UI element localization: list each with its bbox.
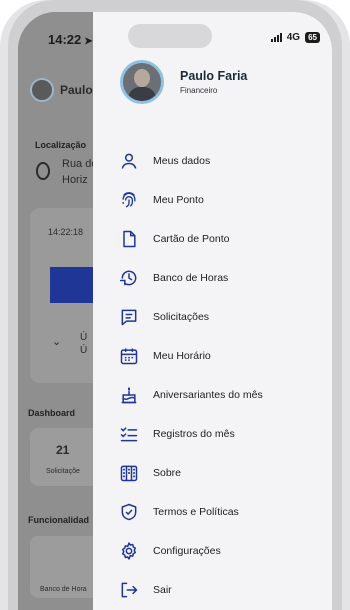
location-pin-icon — [36, 162, 50, 180]
network-type: 4G — [286, 32, 301, 43]
phone-mockup: 14:22 ➤ Paulo Localização Rua de Horiz 14… — [0, 0, 350, 610]
cake-icon — [121, 387, 137, 404]
menu-item-label: Solicitações — [153, 311, 210, 323]
clock-history-icon — [119, 270, 137, 286]
menu-item-termos-e-politicas[interactable]: Termos e Políticas — [119, 499, 239, 525]
menu-item-label: Cartão de Ponto — [153, 233, 230, 245]
menu-item-label: Meus dados — [153, 155, 211, 167]
menu-item-aniversariantes[interactable]: Aniversariantes do mês — [119, 382, 263, 408]
last-record-line2: Ú — [80, 345, 88, 356]
signal-icon — [270, 33, 282, 42]
location-label: Localização — [35, 140, 87, 150]
gear-icon — [122, 542, 136, 560]
status-bar-right: 4G 65 — [270, 32, 320, 43]
menu-item-meu-ponto[interactable]: Meu Ponto — [119, 187, 204, 213]
background-user-name: Paulo — [60, 83, 93, 97]
calendar-icon — [120, 348, 138, 365]
screen: 14:22 ➤ Paulo Localização Rua de Horiz 14… — [18, 12, 332, 610]
menu-item-meus-dados[interactable]: Meus dados — [119, 148, 210, 174]
location-line2: Horiz — [62, 174, 88, 186]
menu-item-meu-horario[interactable]: Meu Horário — [119, 343, 211, 369]
background-avatar — [30, 78, 54, 102]
menu-item-label: Meu Horário — [153, 350, 211, 362]
chevron-down-icon[interactable]: ⌄ — [52, 334, 61, 350]
logout-icon — [121, 582, 138, 598]
features-label: Funcionalidad — [28, 515, 90, 525]
fingerprint-icon — [122, 192, 136, 208]
menu-item-configuracoes[interactable]: Configurações — [119, 538, 221, 564]
profile-name: Paulo Faria — [180, 69, 248, 83]
menu-item-label: Aniversariantes do mês — [153, 389, 263, 401]
message-icon — [121, 309, 137, 326]
hours-bank-label: Banco de Hora — [40, 586, 87, 593]
menu-item-label: Sobre — [153, 467, 182, 479]
location-arrow-icon: ➤ — [84, 36, 93, 47]
checklist-icon — [120, 427, 138, 442]
dashboard-label: Dashboard — [28, 408, 76, 418]
menu-item-sobre[interactable]: Sobre — [119, 460, 181, 486]
requests-count: 21 — [56, 443, 70, 457]
menu-item-label: Banco de Horas — [153, 272, 229, 284]
menu-item-cartao-de-ponto[interactable]: Cartão de Ponto — [119, 226, 229, 252]
document-icon — [123, 230, 136, 248]
shield-check-icon — [121, 503, 137, 521]
battery-level: 65 — [305, 32, 320, 43]
dynamic-island — [128, 24, 212, 48]
status-time: 14:22 ➤ — [48, 32, 93, 47]
person-icon — [121, 153, 137, 169]
menu-item-label: Sair — [153, 584, 172, 596]
requests-label: Solicitaçõe — [46, 468, 80, 475]
profile-role: Financeiro — [180, 86, 218, 95]
menu-item-registros-do-mes[interactable]: Registros do mês — [119, 421, 235, 447]
profile-header[interactable]: Paulo Faria Financeiro — [120, 60, 247, 104]
menu-item-label: Configurações — [153, 545, 221, 557]
menu-item-solicitacoes[interactable]: Solicitações — [119, 304, 209, 330]
avatar — [120, 60, 164, 104]
menu-item-label: Termos e Políticas — [153, 506, 239, 518]
building-icon — [120, 465, 138, 482]
menu-item-label: Registros do mês — [153, 428, 235, 440]
side-drawer: 4G 65 Paulo Faria Financeiro Meus dados … — [93, 12, 332, 610]
menu-item-sair[interactable]: Sair — [119, 577, 172, 603]
background-user: Paulo — [30, 78, 93, 102]
menu-item-label: Meu Ponto — [153, 194, 204, 206]
menu-item-banco-de-horas[interactable]: Banco de Horas — [119, 265, 228, 291]
clock-time: 14:22:18 — [48, 227, 84, 237]
